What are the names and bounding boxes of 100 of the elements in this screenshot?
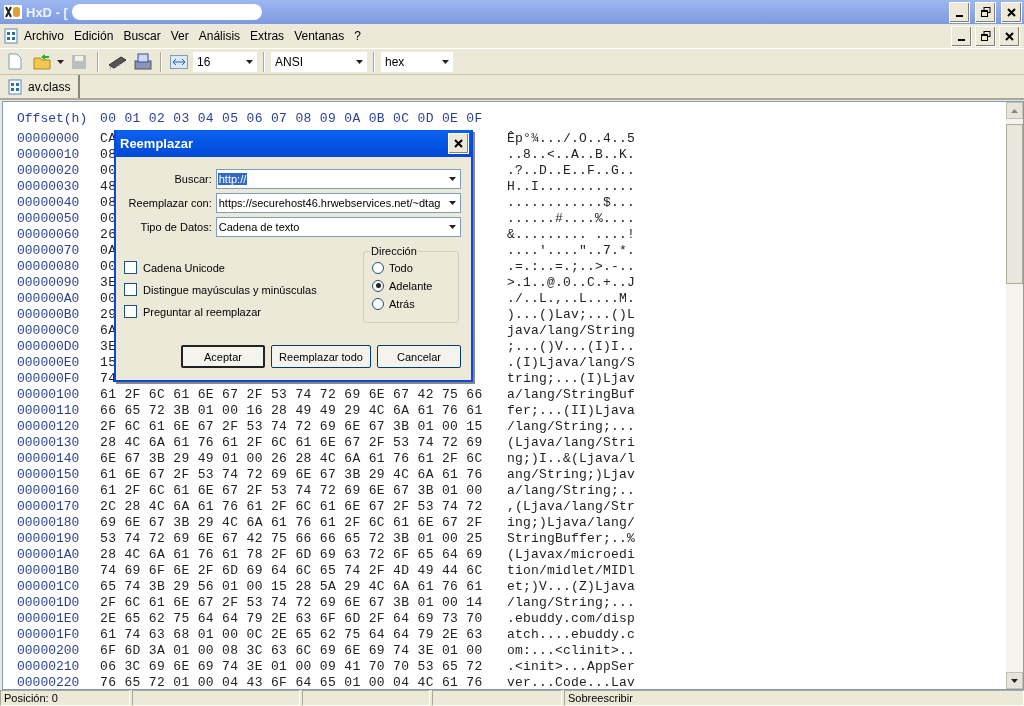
offset-cell: 00000030 [17, 179, 80, 195]
offset-cell: 00000010 [17, 147, 80, 163]
dialog-close-button[interactable] [448, 133, 469, 154]
radio-label: Todo [389, 261, 413, 274]
offset-cell: 000001F0 [17, 627, 80, 643]
hex-cell: 65 74 3B 29 56 01 00 15 28 5A 29 4C 6A 61 76 61 [100, 579, 483, 595]
offset-cell: 000001C0 [17, 579, 80, 595]
offset-cell: 000000B0 [17, 307, 80, 323]
close-icon [1007, 7, 1016, 17]
dialog-button[interactable]: Reemplazar todo [271, 345, 371, 368]
hex-cell: 61 6E 67 2F 53 74 72 69 6E 67 3B 29 4C 6A 61 76 [100, 467, 483, 483]
caret-icon [448, 201, 456, 205]
offset-cell: 00000190 [17, 531, 80, 547]
offset-cell: 000001E0 [17, 611, 80, 627]
checkbox[interactable] [124, 283, 137, 296]
radio-button[interactable] [372, 279, 384, 292]
minimize-icon [958, 39, 965, 41]
field-label: Reemplazar con: [127, 197, 212, 209]
hex-cell: 61 74 63 68 01 00 0C 2E 65 62 75 64 64 79 2E 63 [100, 627, 483, 643]
offset-cell: 00000120 [17, 419, 80, 435]
hex-cell: 2F 6C 61 6E 67 2F 53 74 72 69 6E 67 3B 01 00 15 [100, 419, 483, 435]
caret-icon [1011, 678, 1018, 683]
offset-base-select[interactable]: hex [381, 51, 453, 72]
ascii-cell: ng;)I..&(Ljava/l [507, 451, 636, 467]
ascii-cell: )...()Lav;...()L [507, 307, 636, 323]
offset-cell: 00000020 [17, 163, 80, 179]
dialog-button[interactable]: Cancelar [377, 345, 461, 368]
checkbox[interactable] [124, 261, 137, 274]
offset-cell: 00000100 [17, 387, 80, 403]
disk-button[interactable] [132, 50, 154, 73]
child-restore-button[interactable] [975, 25, 996, 47]
child-close-button[interactable] [999, 25, 1020, 47]
close-button[interactable] [1001, 1, 1022, 23]
offset-cell: 00000150 [17, 467, 80, 483]
close-icon [1005, 31, 1014, 41]
hex-cell: 28 4C 6A 61 76 61 78 2F 6D 69 63 72 6F 65 64 69 [100, 547, 483, 563]
group-title: Dirección [370, 245, 418, 257]
floppy-icon [71, 53, 87, 70]
child-minimize-button[interactable] [951, 25, 972, 47]
charset-select[interactable]: ANSI [271, 51, 367, 72]
menu-item[interactable]: Ventanas [290, 27, 349, 45]
caret-icon [245, 59, 253, 64]
ascii-cell: java/lang/String [507, 323, 636, 339]
dialog-button[interactable]: Aceptar [181, 345, 265, 368]
menu-item[interactable]: Análisis [194, 27, 245, 45]
menu-item[interactable]: Buscar [119, 27, 165, 45]
menu-item[interactable]: Ver [166, 27, 193, 45]
ascii-cell: ....'...."..7.*. [507, 243, 636, 259]
window-title: HxD - [ [26, 4, 68, 20]
ascii-cell: ,(Ljava/lang/Str [507, 499, 636, 515]
menu-item[interactable]: Extras [246, 27, 289, 45]
offset-cell: 00000070 [17, 243, 80, 259]
radio-button[interactable] [372, 261, 384, 274]
checkbox[interactable] [124, 305, 137, 318]
checkbox-label: Distingue mayúsculas y minúsculas [143, 283, 317, 296]
up-arrow-icon [1011, 108, 1018, 113]
menu-item[interactable]: ? [350, 27, 365, 45]
combo-field[interactable]: http:// [215, 169, 461, 189]
ascii-cell: a/lang/StringBuf [507, 387, 636, 403]
combo-field[interactable]: https://securehost46.hrwebservices.net/~dtag [215, 193, 461, 213]
scroll-down-button[interactable] [1006, 672, 1023, 689]
hex-cell: 61 2F 6C 61 6E 67 2F 53 74 72 69 6E 67 42 75 66 [100, 387, 483, 403]
scroll-up-button[interactable] [1006, 102, 1023, 119]
ascii-cell: /lang/String;... [507, 595, 636, 611]
status-position: Posición: 0 [0, 690, 130, 706]
restore-icon [980, 7, 991, 17]
ascii-cell: .?..D..E..F..G.. [507, 163, 636, 179]
offset-cell: 000000A0 [17, 291, 80, 307]
offset-cell: 00000200 [17, 643, 80, 659]
radio-label: Atrás [389, 297, 415, 310]
vertical-scrollbar[interactable] [1006, 102, 1023, 689]
restore-button[interactable] [975, 1, 996, 23]
radio-label: Adelante [389, 279, 433, 292]
ascii-cell: (Ljava/lang/Stri [507, 435, 636, 451]
offset-cell: 00000080 [17, 259, 80, 275]
ascii-cell: tring;...(I)Ljav [507, 371, 636, 387]
hex-cell: 69 6E 67 3B 29 4C 6A 61 76 61 2F 6C 61 6E 67 2F [100, 515, 483, 531]
ascii-cell: fer;...(II)Ljava [507, 403, 636, 419]
radio-button[interactable] [372, 297, 384, 310]
minimize-button[interactable] [949, 1, 970, 23]
hex-cell: 06 3C 69 6E 69 74 3E 01 00 09 41 70 70 53 65 72 [100, 659, 483, 675]
offset-cell: 00000130 [17, 435, 80, 451]
hex-cell: 6E 67 3B 29 49 01 00 26 28 4C 6A 61 76 61 2F 6C [100, 451, 483, 467]
folder-icon [33, 53, 53, 70]
hex-cell: 28 4C 6A 61 76 61 2F 6C 61 6E 67 2F 53 74 72 69 [100, 435, 483, 451]
ascii-cell: ang/String;)Ljav [507, 467, 636, 483]
menu-item[interactable]: Archivo [20, 27, 68, 45]
hex-cell: 74 [100, 371, 117, 387]
chip-icon [107, 54, 127, 69]
hex-cell: 2F 6C 61 6E 67 2F 53 74 72 69 6E 67 3B 01 00 14 [100, 595, 483, 611]
offset-header: Offset(h) [17, 111, 88, 127]
bytes-per-row-select[interactable]: 16 [193, 51, 257, 72]
app-icon [4, 5, 22, 19]
minimize-icon [956, 15, 963, 17]
menu-item[interactable]: Edición [70, 27, 118, 45]
page-icon [8, 53, 22, 70]
scroll-thumb[interactable] [1006, 124, 1023, 284]
offset-cell: 00000180 [17, 515, 80, 531]
combo-field[interactable]: Cadena de texto [215, 217, 461, 237]
offset-cell: 000000F0 [17, 371, 80, 387]
